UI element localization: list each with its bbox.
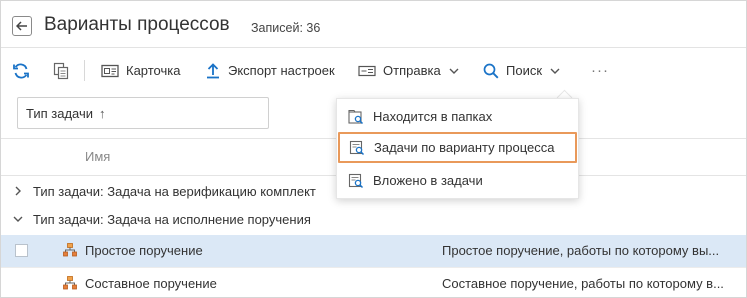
table-row[interactable]: Простое поручение Простое поручение, раб… <box>1 235 746 267</box>
column-name-header[interactable]: Имя <box>85 149 110 164</box>
group-label: Тип задачи: Задача на исполнение поручен… <box>33 211 311 227</box>
card-label: Карточка <box>126 63 181 78</box>
chevron-right-icon[interactable] <box>13 186 23 196</box>
page-header: Варианты процессов Записей: 36 <box>1 1 746 47</box>
chevron-down-icon <box>449 68 459 74</box>
row-checkbox[interactable] <box>15 244 28 257</box>
process-variant-icon <box>63 243 77 260</box>
records-value: 36 <box>306 21 321 35</box>
card-icon <box>101 64 119 77</box>
page-title: Варианты процессов <box>44 14 230 35</box>
group-label: Тип задачи: Задача на верификацию компле… <box>33 183 316 199</box>
sort-field-label: Тип задачи <box>26 105 94 121</box>
sort-direction-icon[interactable]: ↑ <box>99 106 106 121</box>
group-row[interactable]: Тип задачи: Задача на исполнение поручен… <box>1 203 746 235</box>
task-search-icon <box>349 140 365 156</box>
menu-item-attached-to-tasks[interactable]: Вложено в задачи <box>337 165 578 196</box>
search-menu-button[interactable]: Поиск <box>483 48 560 93</box>
folder-search-icon <box>348 109 364 125</box>
refresh-icon <box>13 63 29 78</box>
upload-icon <box>207 62 219 78</box>
send-label: Отправка <box>383 63 441 78</box>
records-label: Записей: <box>251 21 303 35</box>
row-name: Составное поручение <box>85 276 217 291</box>
refresh-button[interactable] <box>12 48 30 93</box>
sort-field[interactable]: Тип задачи ↑ <box>17 97 269 129</box>
search-icon <box>483 63 499 78</box>
export-settings-button[interactable]: Экспорт настроек <box>205 48 335 93</box>
menu-item-in-folders[interactable]: Находится в папках <box>337 101 578 132</box>
table-row[interactable]: Составное поручение Составное поручение,… <box>1 268 746 297</box>
records-count: Записей: 36 <box>251 21 320 35</box>
menu-item-tasks-by-process-variant[interactable]: Задачи по варианту процесса <box>338 132 577 163</box>
row-description: Простое поручение, работы по которому вы… <box>442 243 720 258</box>
send-menu-button[interactable]: Отправка <box>358 48 459 93</box>
copy-icon <box>53 62 69 79</box>
menu-item-label: Находится в папках <box>373 109 493 124</box>
row-description: Составное поручение, работы по которому … <box>442 276 724 291</box>
search-label: Поиск <box>506 63 543 78</box>
search-dropdown-menu: Находится в папках Задачи по варианту пр… <box>336 98 579 199</box>
chevron-down-icon <box>550 68 560 74</box>
chevron-down-icon[interactable] <box>13 216 23 222</box>
send-icon <box>358 65 376 76</box>
row-name: Простое поручение <box>85 243 203 258</box>
arrow-left-icon <box>16 21 27 31</box>
toolbar: Карточка Экспорт настроек Отправка Поиск… <box>1 47 746 93</box>
toolbar-separator <box>84 60 85 81</box>
more-button[interactable]: ··· <box>591 48 609 93</box>
export-settings-label: Экспорт настроек <box>228 63 335 78</box>
card-button[interactable]: Карточка <box>101 48 180 93</box>
menu-item-label: Задачи по варианту процесса <box>374 140 555 155</box>
copy-button[interactable] <box>53 48 69 93</box>
task-search-icon <box>348 173 364 189</box>
back-button[interactable] <box>12 16 32 36</box>
process-variant-icon <box>63 276 77 293</box>
menu-item-label: Вложено в задачи <box>373 173 483 188</box>
app-window: Варианты процессов Записей: 36 Карточка … <box>0 0 747 298</box>
